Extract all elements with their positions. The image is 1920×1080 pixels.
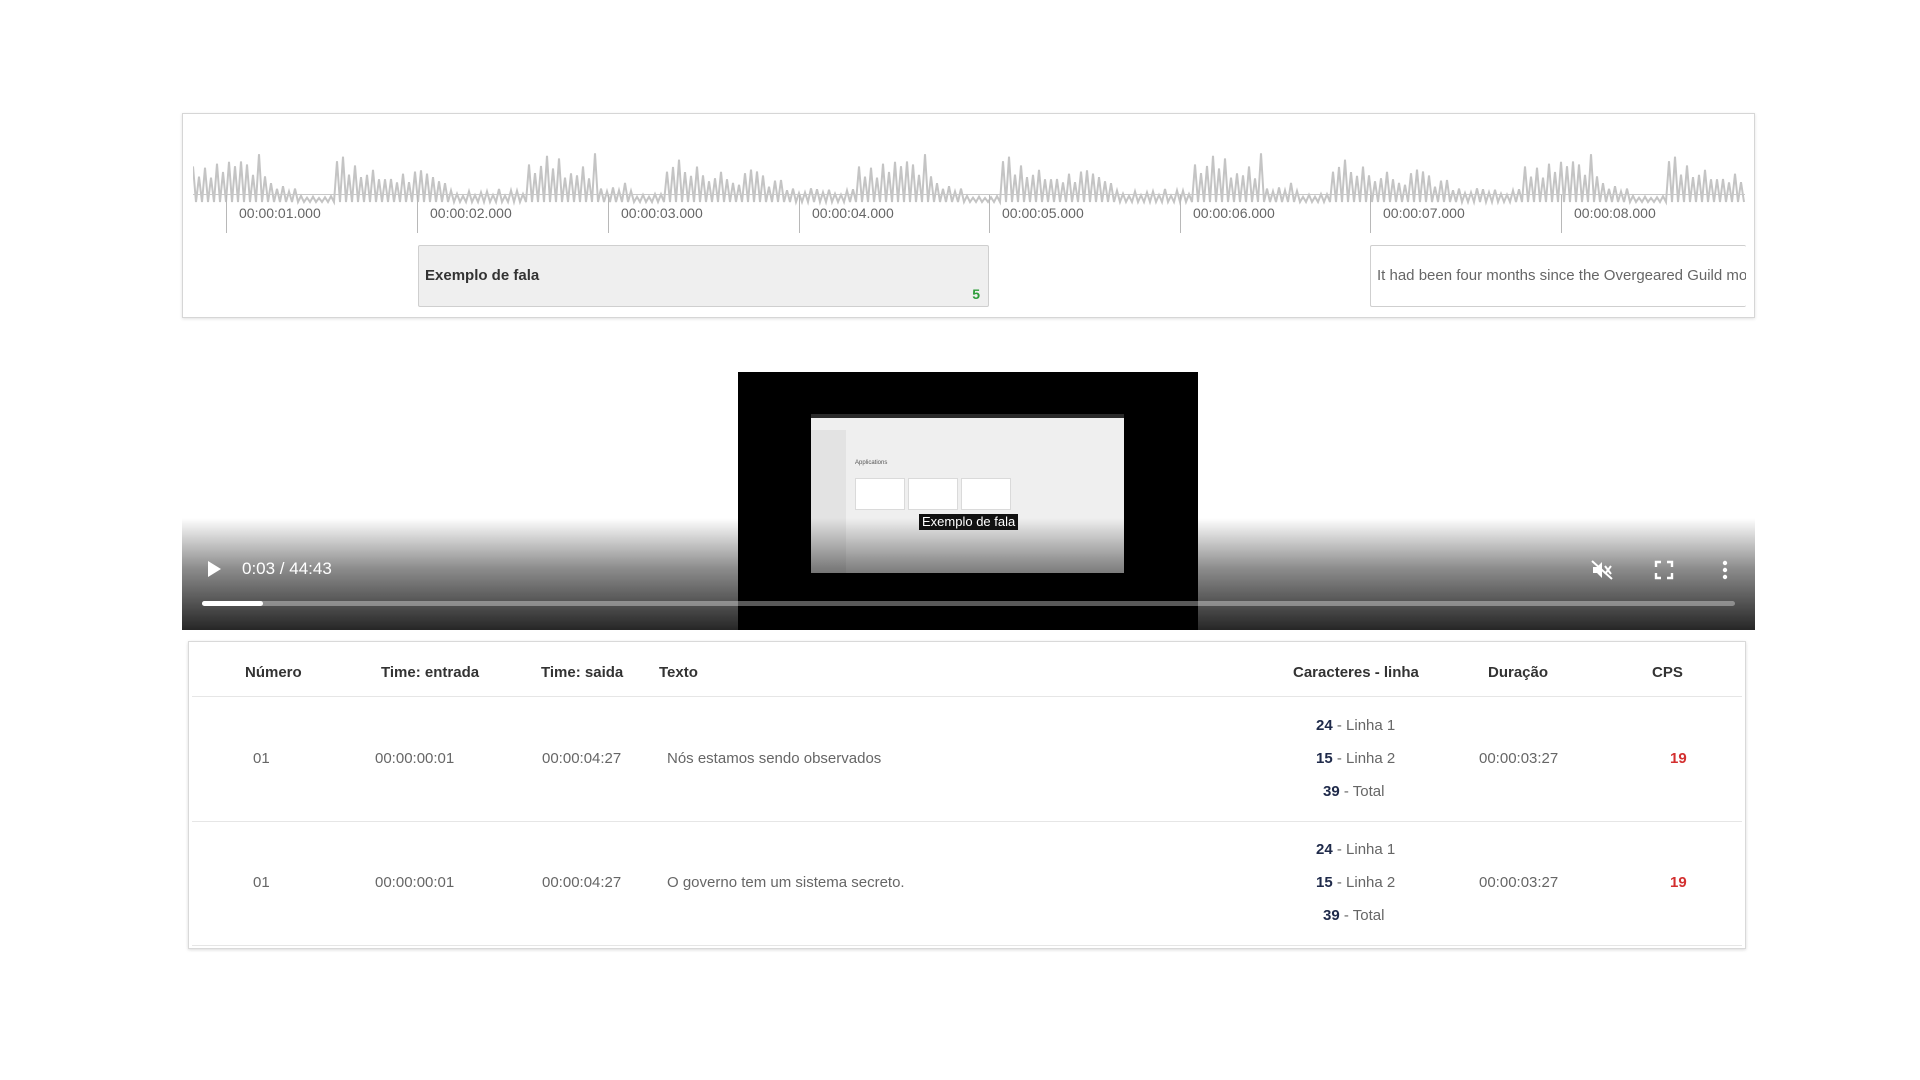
ruler-tick-label: 00:00:06.000 <box>1193 205 1275 221</box>
table-row[interactable]: 01 00:00:00:01 00:00:04:27 O governo tem… <box>192 821 1742 946</box>
ruler-tick-label: 00:00:07.000 <box>1383 205 1465 221</box>
header-numero: Número <box>245 664 302 681</box>
ruler-tick <box>608 195 609 233</box>
ruler-tick <box>799 195 800 233</box>
cell-duracao: 00:00:03:27 <box>1479 750 1559 767</box>
ruler-tick-label: 00:00:05.000 <box>1002 205 1084 221</box>
video-card-thumbnail <box>908 478 958 510</box>
ruler-tick <box>1370 195 1371 233</box>
region-text: It had been four months since the Overge… <box>1377 267 1746 284</box>
video-card-thumbnail <box>961 478 1011 510</box>
cell-duracao: 00:00:03:27 <box>1479 874 1559 891</box>
header-caracteres: Caracteres - linha <box>1293 664 1419 681</box>
subtitle-region[interactable]: It had been four months since the Overge… <box>1370 245 1746 307</box>
header-texto: Texto <box>659 664 698 681</box>
subtitle-overlay: Exemplo de fala <box>919 514 1019 530</box>
volume-muted-icon <box>1591 560 1613 580</box>
seek-bar[interactable] <box>202 601 1735 606</box>
seek-bar-progress <box>202 601 264 606</box>
cell-time-saida: 00:00:04:27 <box>542 874 622 891</box>
ruler-tick <box>226 195 227 233</box>
controls-gradient <box>182 518 1755 630</box>
char-count-total: 39 - Total <box>1323 783 1385 800</box>
ruler-tick <box>1180 195 1181 233</box>
char-count-total: 39 - Total <box>1323 907 1385 924</box>
cell-cps: 19 <box>1670 874 1687 891</box>
header-cps: CPS <box>1652 664 1683 681</box>
header-time-saida: Time: saida <box>541 664 624 681</box>
ruler-tick-label: 00:00:02.000 <box>430 205 512 221</box>
cell-numero: 01 <box>253 874 270 891</box>
cell-texto: Nós estamos sendo observados <box>667 750 882 767</box>
cell-time-entrada: 00:00:00:01 <box>375 750 455 767</box>
region-char-count: 5 <box>972 286 980 302</box>
video-screen-title: Applications <box>855 460 888 466</box>
ruler-tick <box>1561 195 1562 233</box>
time-display: 0:03 / 44:43 <box>242 559 332 578</box>
subtitle-region-selected[interactable]: Exemplo de fala 5 <box>418 245 989 307</box>
char-count-line-1: 24 - Linha 1 <box>1316 841 1396 858</box>
video-card-thumbnail <box>855 478 905 510</box>
ruler-tick <box>989 195 990 233</box>
waveform-timeline[interactable]: 00:00:01.000 00:00:02.000 00:00:03.000 0… <box>182 113 1755 318</box>
ruler-tick-label: 00:00:08.000 <box>1574 205 1656 221</box>
ruler-tick-label: 00:00:03.000 <box>621 205 703 221</box>
char-count-line-2: 15 - Linha 2 <box>1316 874 1396 891</box>
fullscreen-icon <box>1654 560 1674 580</box>
more-vertical-icon <box>1722 560 1728 580</box>
char-count-line-1: 24 - Linha 1 <box>1316 717 1396 734</box>
ruler-tick-label: 00:00:04.000 <box>812 205 894 221</box>
ruler-tick-label: 00:00:01.000 <box>239 205 321 221</box>
cell-numero: 01 <box>253 750 270 767</box>
more-options-button[interactable] <box>1713 558 1737 582</box>
play-icon <box>208 561 221 577</box>
time-ruler: 00:00:01.000 00:00:02.000 00:00:03.000 0… <box>193 194 1745 235</box>
fullscreen-button[interactable] <box>1652 558 1676 582</box>
subtitles-table: Número Time: entrada Time: saida Texto C… <box>188 641 1746 949</box>
cell-cps: 19 <box>1670 750 1687 767</box>
ruler-tick <box>417 195 418 233</box>
cell-texto: O governo tem um sistema secreto. <box>667 874 905 891</box>
char-count-line-2: 15 - Linha 2 <box>1316 750 1396 767</box>
video-player[interactable]: Applications Exemplo de fala 0:03 / 44:4… <box>182 372 1755 630</box>
play-button[interactable] <box>204 559 224 579</box>
cell-time-saida: 00:00:04:27 <box>542 750 622 767</box>
header-time-entrada: Time: entrada <box>381 664 480 681</box>
region-text: Exemplo de fala <box>425 267 540 284</box>
header-duracao: Duração <box>1488 664 1549 681</box>
cell-time-entrada: 00:00:00:01 <box>375 874 455 891</box>
mute-button[interactable] <box>1590 558 1614 582</box>
table-row[interactable]: 01 00:00:00:01 00:00:04:27 Nós estamos s… <box>192 697 1742 822</box>
